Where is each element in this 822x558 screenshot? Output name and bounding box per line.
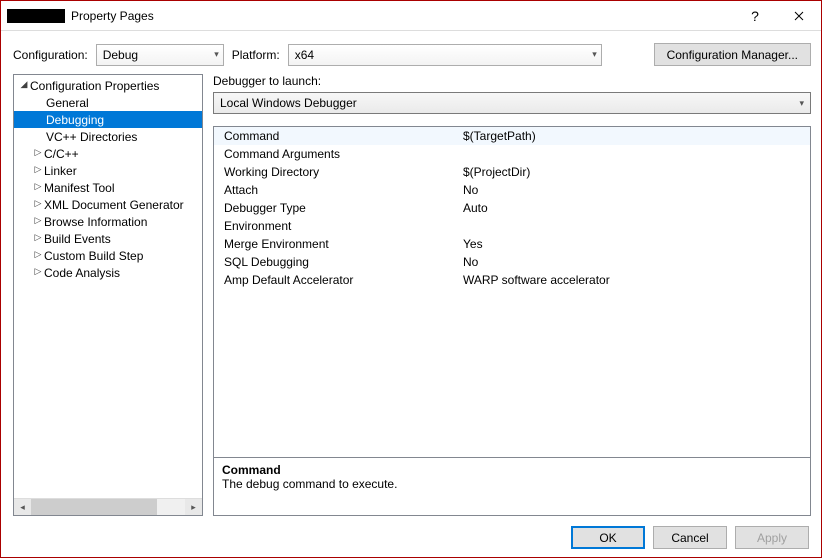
- property-row[interactable]: Command$(TargetPath): [214, 127, 810, 145]
- tree-item-label: General: [46, 96, 89, 110]
- tree-collapse-icon[interactable]: ◢: [18, 79, 30, 90]
- property-name: Environment: [214, 219, 457, 233]
- tree-item[interactable]: General: [14, 94, 202, 111]
- scroll-track[interactable]: [31, 499, 185, 515]
- configuration-value: Debug: [103, 48, 138, 62]
- tree-item[interactable]: ▷Code Analysis: [14, 264, 202, 281]
- configuration-label: Configuration:: [13, 48, 88, 62]
- tree-item-label: Browse Information: [44, 215, 147, 229]
- platform-label: Platform:: [232, 48, 280, 62]
- platform-dropdown[interactable]: x64 ▾: [288, 44, 602, 66]
- property-name: Merge Environment: [214, 237, 457, 251]
- tree-expand-icon[interactable]: ▷: [32, 266, 44, 277]
- property-value[interactable]: Yes: [457, 237, 810, 251]
- tree-item-label: Custom Build Step: [44, 249, 143, 263]
- debugger-launch-value: Local Windows Debugger: [220, 96, 357, 110]
- property-row[interactable]: Command Arguments: [214, 145, 810, 163]
- description-panel: Command The debug command to execute.: [214, 457, 810, 515]
- tree-root-label: Configuration Properties: [30, 79, 159, 93]
- dialog-footer: OK Cancel Apply: [1, 516, 821, 549]
- chevron-down-icon: ▾: [592, 49, 597, 60]
- property-grid: Command$(TargetPath)Command ArgumentsWor…: [213, 126, 811, 516]
- ok-button[interactable]: OK: [571, 526, 645, 549]
- config-tree[interactable]: ◢ Configuration Properties General Debugg…: [14, 75, 202, 498]
- window-title: Property Pages: [71, 9, 733, 23]
- tree-item[interactable]: ▷Linker: [14, 162, 202, 179]
- tree-item-label: Debugging: [46, 113, 104, 127]
- close-button[interactable]: [777, 1, 821, 30]
- tree-item[interactable]: ▷Custom Build Step: [14, 247, 202, 264]
- property-name: SQL Debugging: [214, 255, 457, 269]
- tree-item[interactable]: ▷Manifest Tool: [14, 179, 202, 196]
- tree-item[interactable]: VC++ Directories: [14, 128, 202, 145]
- scroll-right-button[interactable]: ▸: [185, 499, 202, 515]
- debugger-launch-dropdown[interactable]: Local Windows Debugger ▾: [213, 92, 811, 114]
- tree-expand-icon[interactable]: ▷: [32, 249, 44, 260]
- tree-item[interactable]: Debugging: [14, 111, 202, 128]
- configuration-manager-button[interactable]: Configuration Manager...: [654, 43, 811, 66]
- horizontal-scrollbar[interactable]: ◂ ▸: [14, 498, 202, 515]
- tree-expand-icon[interactable]: ▷: [32, 215, 44, 226]
- property-row[interactable]: SQL DebuggingNo: [214, 253, 810, 271]
- tree-item-label: Code Analysis: [44, 266, 120, 280]
- property-row[interactable]: Environment: [214, 217, 810, 235]
- property-name: Command Arguments: [214, 147, 457, 161]
- chevron-down-icon: ▾: [799, 98, 804, 109]
- tree-item-label: XML Document Generator: [44, 198, 184, 212]
- scroll-thumb[interactable]: [31, 499, 157, 515]
- tree-item-label: Linker: [44, 164, 77, 178]
- tree-expand-icon[interactable]: ▷: [32, 232, 44, 243]
- tree-item-label: C/C++: [44, 147, 79, 161]
- property-value[interactable]: Auto: [457, 201, 810, 215]
- tree-expand-icon[interactable]: ▷: [32, 147, 44, 158]
- debugger-launch-label: Debugger to launch:: [213, 74, 811, 88]
- property-value[interactable]: $(ProjectDir): [457, 165, 810, 179]
- close-icon: [794, 11, 804, 21]
- apply-button[interactable]: Apply: [735, 526, 809, 549]
- config-toolbar: Configuration: Debug ▾ Platform: x64 ▾ C…: [1, 31, 821, 74]
- tree-item-label: VC++ Directories: [46, 130, 137, 144]
- property-value[interactable]: No: [457, 255, 810, 269]
- tree-panel: ◢ Configuration Properties General Debugg…: [13, 74, 203, 516]
- tree-expand-icon[interactable]: ▷: [32, 164, 44, 175]
- description-text: The debug command to execute.: [222, 477, 802, 491]
- tree-item[interactable]: ▷C/C++: [14, 145, 202, 162]
- property-row[interactable]: Merge EnvironmentYes: [214, 235, 810, 253]
- property-value[interactable]: WARP software accelerator: [457, 273, 810, 287]
- property-value[interactable]: No: [457, 183, 810, 197]
- tree-expand-icon[interactable]: ▷: [32, 198, 44, 209]
- tree-item[interactable]: ▷Browse Information: [14, 213, 202, 230]
- tree-item[interactable]: ▷Build Events: [14, 230, 202, 247]
- property-row[interactable]: AttachNo: [214, 181, 810, 199]
- configuration-dropdown[interactable]: Debug ▾: [96, 44, 224, 66]
- property-row[interactable]: Debugger TypeAuto: [214, 199, 810, 217]
- title-bar: Property Pages ?: [1, 1, 821, 31]
- scroll-left-button[interactable]: ◂: [14, 499, 31, 515]
- tree-item[interactable]: ▷XML Document Generator: [14, 196, 202, 213]
- property-name: Working Directory: [214, 165, 457, 179]
- tree-expand-icon[interactable]: ▷: [32, 181, 44, 192]
- property-name: Command: [214, 129, 457, 143]
- help-button[interactable]: ?: [733, 1, 777, 30]
- platform-value: x64: [295, 48, 314, 62]
- property-name: Attach: [214, 183, 457, 197]
- title-redaction: [7, 9, 65, 23]
- tree-item-label: Manifest Tool: [44, 181, 114, 195]
- chevron-down-icon: ▾: [214, 49, 219, 60]
- cancel-button[interactable]: Cancel: [653, 526, 727, 549]
- description-title: Command: [222, 463, 802, 477]
- tree-item-label: Build Events: [44, 232, 111, 246]
- property-name: Amp Default Accelerator: [214, 273, 457, 287]
- property-row[interactable]: Amp Default AcceleratorWARP software acc…: [214, 271, 810, 289]
- tree-root[interactable]: ◢ Configuration Properties: [14, 77, 202, 94]
- property-value[interactable]: $(TargetPath): [457, 129, 810, 143]
- property-row[interactable]: Working Directory$(ProjectDir): [214, 163, 810, 181]
- property-name: Debugger Type: [214, 201, 457, 215]
